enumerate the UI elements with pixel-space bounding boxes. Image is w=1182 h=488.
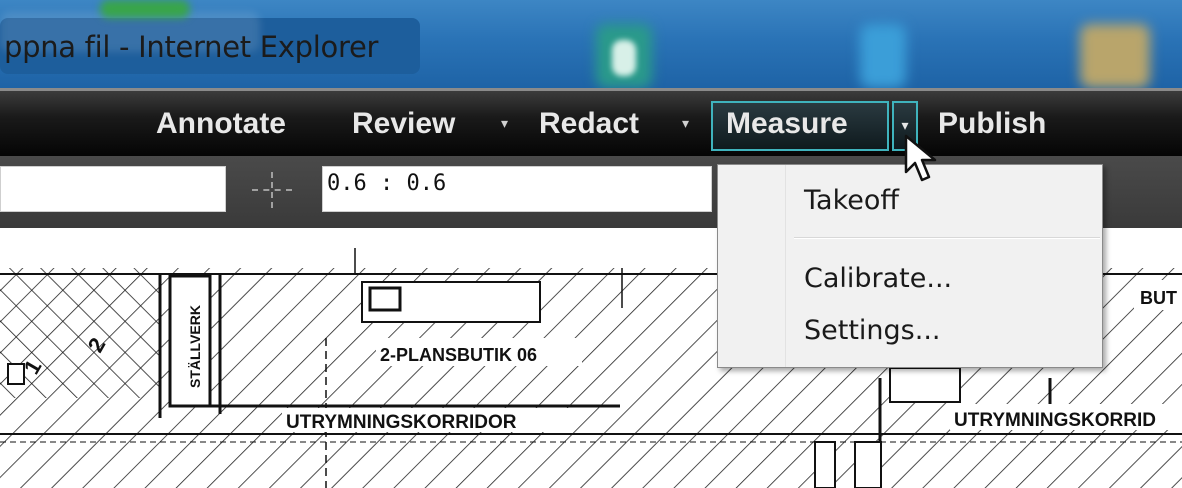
menu-icon-gutter: [718, 165, 786, 367]
corridor-label: UTRYMNINGSKORRID: [954, 410, 1156, 431]
taskbar-app-icon-highlight: [612, 40, 636, 76]
room-label: 2-PLANSBUTIK 06: [380, 345, 537, 365]
redact-dropdown-icon[interactable]: ▾: [682, 115, 689, 132]
room-label: STÄLLVERK: [187, 305, 203, 388]
taskbar-app-icon[interactable]: [1080, 24, 1150, 88]
menu-separator: [794, 237, 1100, 239]
measure-dropdown-menu: Takeoff Calibrate... Settings...: [717, 164, 1103, 368]
taskbar-app-icon[interactable]: [860, 24, 906, 88]
menu-publish[interactable]: Publish: [938, 101, 1046, 147]
window-titlebar: ppna fil - Internet Explorer: [0, 0, 1182, 88]
review-dropdown-icon[interactable]: ▾: [501, 115, 508, 132]
menu-item-takeoff[interactable]: Takeoff: [804, 185, 899, 216]
taskbar-glow: [100, 0, 190, 18]
menu-redact[interactable]: Redact: [539, 101, 639, 147]
crosshair-icon[interactable]: [252, 172, 292, 208]
toolbar-input[interactable]: [0, 166, 226, 212]
mouse-pointer-icon: [904, 134, 937, 182]
menu-item-calibrate[interactable]: Calibrate...: [804, 263, 952, 294]
menu-bar: Annotate Review ▾ Redact ▾ Measure ▾ Pub…: [0, 88, 1182, 156]
window-title: ppna fil - Internet Explorer: [4, 30, 379, 64]
corridor-label: UTRYMNINGSKORRIDOR: [286, 412, 517, 433]
menu-measure[interactable]: Measure: [726, 101, 848, 147]
room-label: BUT: [1140, 288, 1177, 308]
menu-review[interactable]: Review: [352, 101, 455, 147]
scale-input[interactable]: 0.6 : 0.6: [322, 166, 712, 212]
menu-item-settings[interactable]: Settings...: [804, 315, 941, 346]
menu-annotate[interactable]: Annotate: [156, 101, 286, 147]
